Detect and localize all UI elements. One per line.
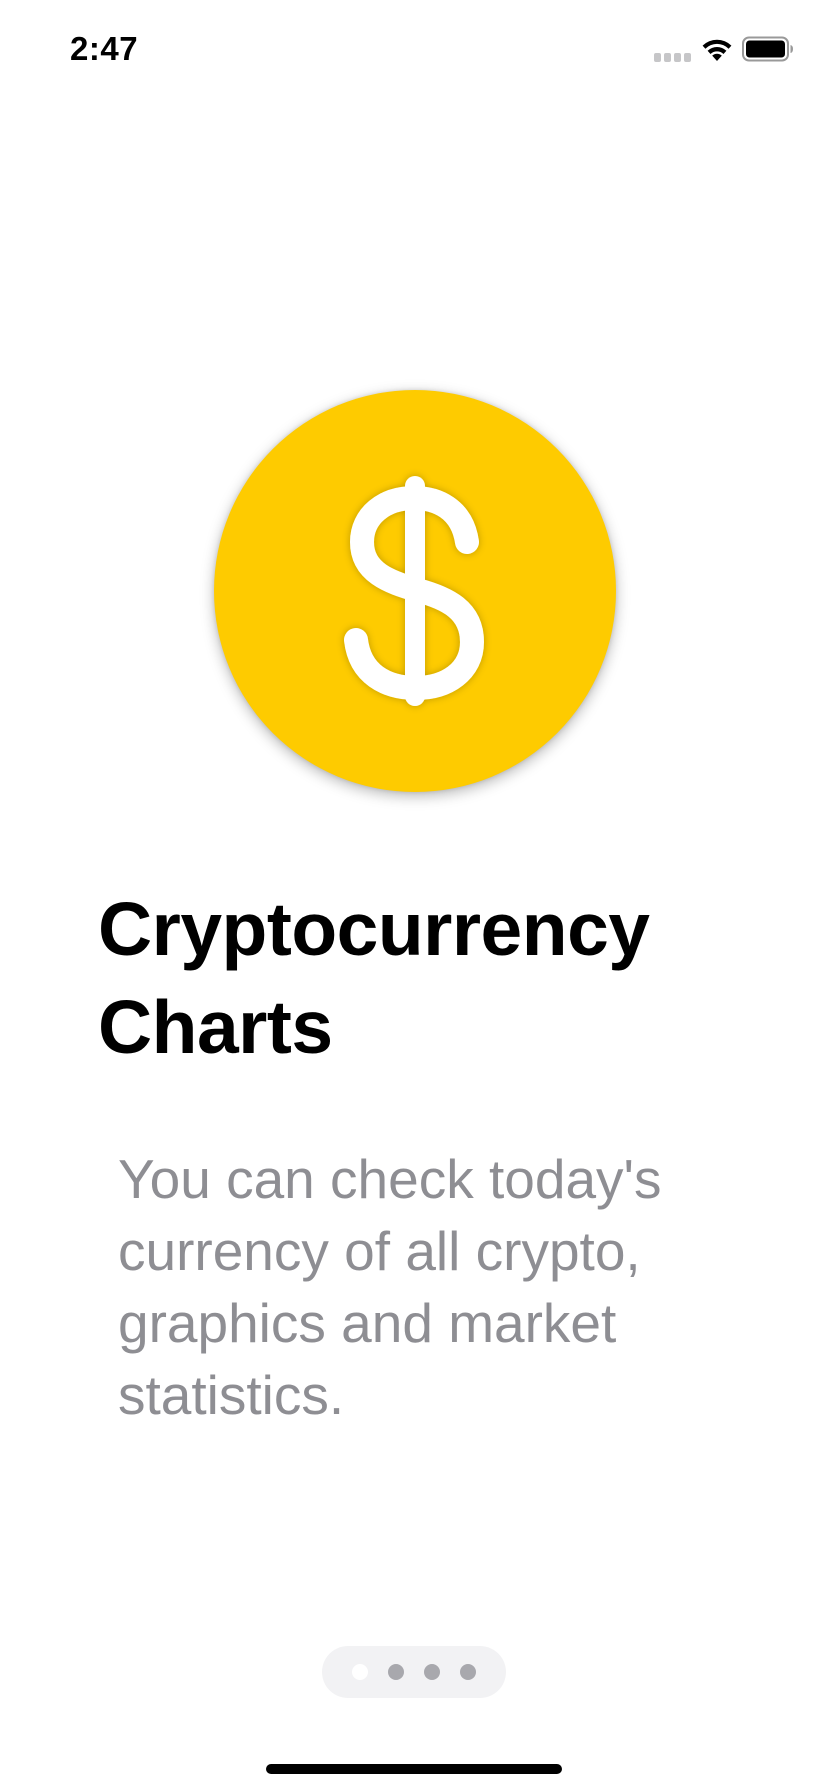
status-time: 2:47 — [70, 30, 139, 67]
dollar-sign-icon — [344, 476, 484, 706]
onboarding-screen: 2:47 Cryptocurrency Charts You can check… — [0, 0, 828, 1792]
wifi-icon — [702, 39, 732, 61]
page-dot-3[interactable] — [424, 1664, 440, 1680]
page-indicator[interactable] — [322, 1646, 506, 1698]
status-bar: 2:47 — [0, 0, 828, 100]
home-indicator[interactable] — [266, 1764, 562, 1774]
page-description: You can check today's currency of all cr… — [118, 1148, 662, 1426]
page-title: Cryptocurrency Charts — [98, 887, 650, 1069]
coin-illustration — [214, 390, 616, 792]
page-dot-4[interactable] — [460, 1664, 476, 1680]
page-dot-2[interactable] — [388, 1664, 404, 1680]
battery-icon — [742, 36, 793, 62]
cellular-signal-icon — [654, 53, 692, 62]
page-dot-1[interactable] — [352, 1664, 368, 1680]
